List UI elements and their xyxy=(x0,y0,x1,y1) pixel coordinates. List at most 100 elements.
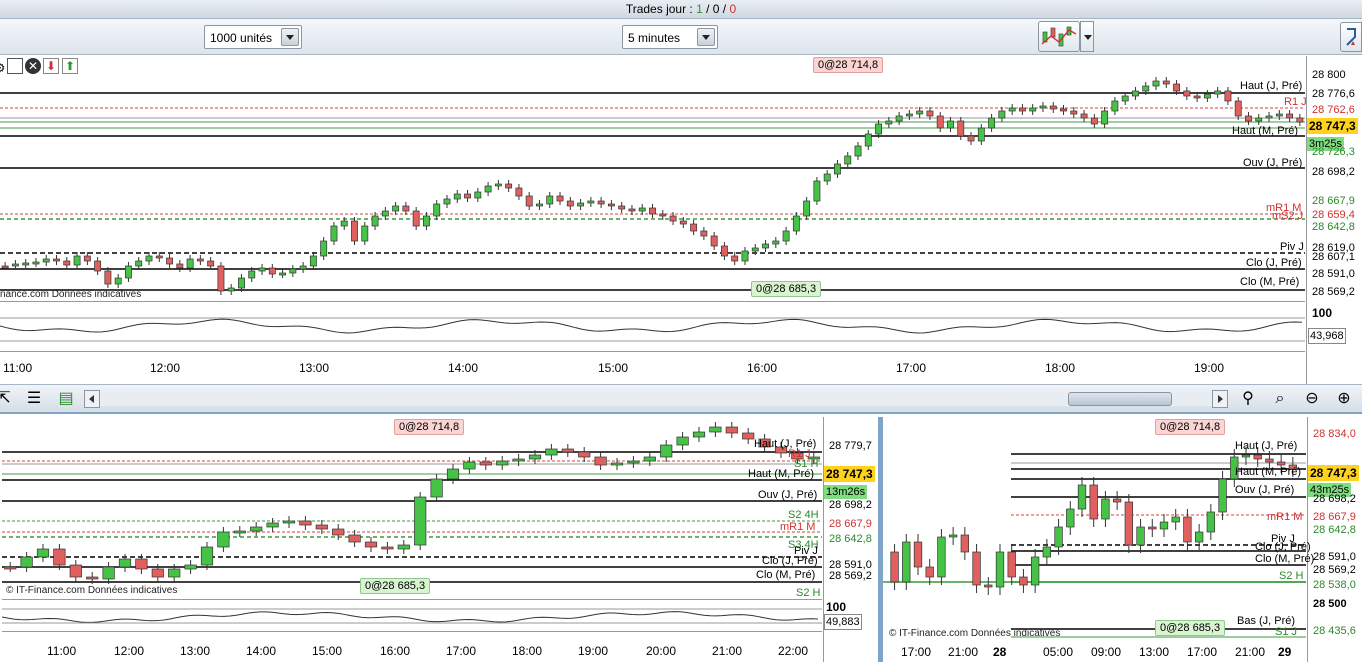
chevron-right-icon xyxy=(1218,395,1223,403)
osc-value: 43,968 xyxy=(1308,328,1346,344)
divider xyxy=(2,599,822,600)
bottom-left-chart-panel[interactable]: 28 779,7 28 747,3 13m26s 28 698,2 28 667,9 28… xyxy=(2,417,878,662)
time-tick: 09:00 xyxy=(1091,645,1122,659)
level-label: S2 H xyxy=(1279,570,1304,582)
chevron-down-icon[interactable] xyxy=(697,28,715,46)
time-tick: 15:00 xyxy=(312,644,343,658)
level-label: Haut (J, Pré) xyxy=(1235,440,1298,452)
cursor-icon[interactable]: ⇱ xyxy=(0,389,14,409)
price-label: 28 591,0 xyxy=(1312,268,1355,280)
time-tick: 17:00 xyxy=(1187,645,1218,659)
price-label: 28 667,9 xyxy=(1313,511,1356,523)
price-label: 28 698,2 xyxy=(829,499,872,511)
price-label: 28 569,2 xyxy=(829,570,872,582)
zoom-in-icon[interactable]: ⊕ xyxy=(1334,389,1354,409)
units-select-value: 1000 unités xyxy=(210,31,273,45)
chart-switch-icon xyxy=(1346,28,1356,46)
order-marker-bottom[interactable]: 0@28 685,3 xyxy=(360,578,431,594)
br-time-axis: 17:00 21:00 28 05:00 09:00 13:00 17:00 21:00 29 xyxy=(883,645,1306,663)
zoom-out-icon[interactable]: ⊖ xyxy=(1302,389,1322,409)
time-tick: 17:00 xyxy=(446,644,477,658)
order-marker-bottom[interactable]: 0@28 685,3 xyxy=(1155,620,1226,636)
time-tick: 20:00 xyxy=(646,644,677,658)
divider xyxy=(0,301,1305,302)
price-label: 13m26s xyxy=(824,485,868,499)
main-time-axis: 11:00 12:00 13:00 14:00 15:00 16:00 17:00 18:00… xyxy=(0,356,1305,376)
time-tick: 12:00 xyxy=(114,644,145,658)
chart-toolbar: 1000 unités 5 minutes xyxy=(0,19,1362,55)
price-label: 28 834,0 xyxy=(1313,428,1356,440)
list-icon[interactable]: ☰ xyxy=(24,389,44,409)
price-label: 28 607,1 xyxy=(1312,251,1355,263)
level-label: mS2 J xyxy=(1272,210,1304,222)
trades-label: Trades jour : xyxy=(625,2,697,16)
level-label: Ouv (J, Pré) xyxy=(758,489,818,501)
top-status-bar: Trades jour : 1 / 0 / 0 xyxy=(0,0,1362,19)
order-marker-bottom[interactable]: 0@28 685,3 xyxy=(751,281,822,297)
bottom-right-chart-panel[interactable]: 28 834,0 28 747,3 43m25s 28 698,2 28 667,9 28… xyxy=(883,417,1362,662)
credit-text: © IT-Finance.com Données indicatives xyxy=(6,585,178,596)
level-label: Haut (M, Pré) xyxy=(1232,125,1299,137)
time-tick: 14:00 xyxy=(246,644,277,658)
osc-top-label: 100 xyxy=(1312,306,1333,320)
trades-win-count: 1 xyxy=(696,2,703,16)
level-label: Clo (M, Pré) xyxy=(756,569,816,581)
scroll-track[interactable] xyxy=(100,392,1212,406)
period-select[interactable]: 5 minutes xyxy=(622,25,718,49)
time-tick: 16:00 xyxy=(380,644,411,658)
chart-tools-bar: ⇱ ☰ ▤ ⚲ ⌕ ⊖ ⊕ xyxy=(0,384,1362,414)
order-marker-top[interactable]: 0@28 714,8 xyxy=(394,419,465,435)
zoom-area-icon[interactable]: ⌕ xyxy=(1270,389,1290,409)
candlestick-chart-icon xyxy=(1041,26,1077,47)
level-label: Clo (J, Pré) xyxy=(1255,541,1311,553)
price-label: 28 779,7 xyxy=(829,440,872,452)
level-label: R1 J xyxy=(1284,96,1307,108)
scroll-left-button[interactable] xyxy=(84,390,100,408)
level-label: mR1 M xyxy=(1267,511,1303,523)
level-label: S2 H xyxy=(796,587,821,599)
time-tick: 18:00 xyxy=(1045,361,1076,375)
time-tick: 17:00 xyxy=(901,645,932,659)
time-tick: 21:00 xyxy=(712,644,743,658)
price-label: 28 569,2 xyxy=(1312,286,1355,298)
order-marker-top[interactable]: 0@28 714,8 xyxy=(1155,419,1226,435)
units-select[interactable]: 1000 unités xyxy=(204,25,302,49)
panel-toggle-button[interactable] xyxy=(1340,22,1362,52)
scroll-right-button[interactable] xyxy=(1212,390,1228,408)
level-label: Clo (J, Pré) xyxy=(762,555,818,567)
osc-value: 49,883 xyxy=(824,614,862,630)
pin-icon[interactable]: ⚲ xyxy=(1238,389,1258,409)
main-chart-panel[interactable]: ⚙ ✕ ⬇ ⬆ 28 80028 776,628 762,628 747,33m… xyxy=(0,56,1362,384)
indicators-icon[interactable]: ▤ xyxy=(56,389,76,409)
level-label: Haut (M, Pré) xyxy=(748,468,815,480)
level-label: Clo (M, Pré) xyxy=(1240,276,1300,288)
time-tick: 21:00 xyxy=(948,645,979,659)
time-tick: 19:00 xyxy=(1194,361,1225,375)
level-label: mR1 M xyxy=(780,521,816,533)
price-label: 28 667,9 xyxy=(829,518,872,530)
credit-text: © IT-Finance.com Données indicatives xyxy=(889,628,1061,639)
level-label: S2 4H xyxy=(788,509,819,521)
time-tick: 11:00 xyxy=(3,361,33,375)
price-label: 28 642,8 xyxy=(829,533,872,545)
chart-type-dropdown[interactable] xyxy=(1080,21,1094,52)
level-label: Clo (J, Pré) xyxy=(1246,257,1302,269)
price-label: 28 435,6 xyxy=(1313,625,1356,637)
time-tick: 11:00 xyxy=(47,644,77,658)
price-label: 28 698,2 xyxy=(1312,166,1355,178)
price-label: 28 747,3 xyxy=(824,466,875,482)
br-price-axis: 28 834,0 28 747,3 43m25s 28 698,2 28 667,9 28… xyxy=(1307,417,1362,662)
chart-type-button[interactable] xyxy=(1038,21,1080,52)
price-label: 28 747,3 xyxy=(1307,118,1358,134)
trades-loss-count: 0 xyxy=(729,2,737,16)
separator: / xyxy=(702,2,713,16)
divider xyxy=(2,631,822,632)
divider xyxy=(0,351,1305,352)
level-label: Ouv (J, Pré) xyxy=(1243,157,1303,169)
period-select-value: 5 minutes xyxy=(628,31,681,45)
chevron-down-icon[interactable] xyxy=(281,28,299,46)
level-label: Ouv (J, Pré) xyxy=(1235,484,1295,496)
scroll-thumb[interactable] xyxy=(1068,392,1172,406)
order-marker-top[interactable]: 0@28 714,8 xyxy=(813,57,884,73)
osc-top-label: 100 xyxy=(826,600,847,614)
